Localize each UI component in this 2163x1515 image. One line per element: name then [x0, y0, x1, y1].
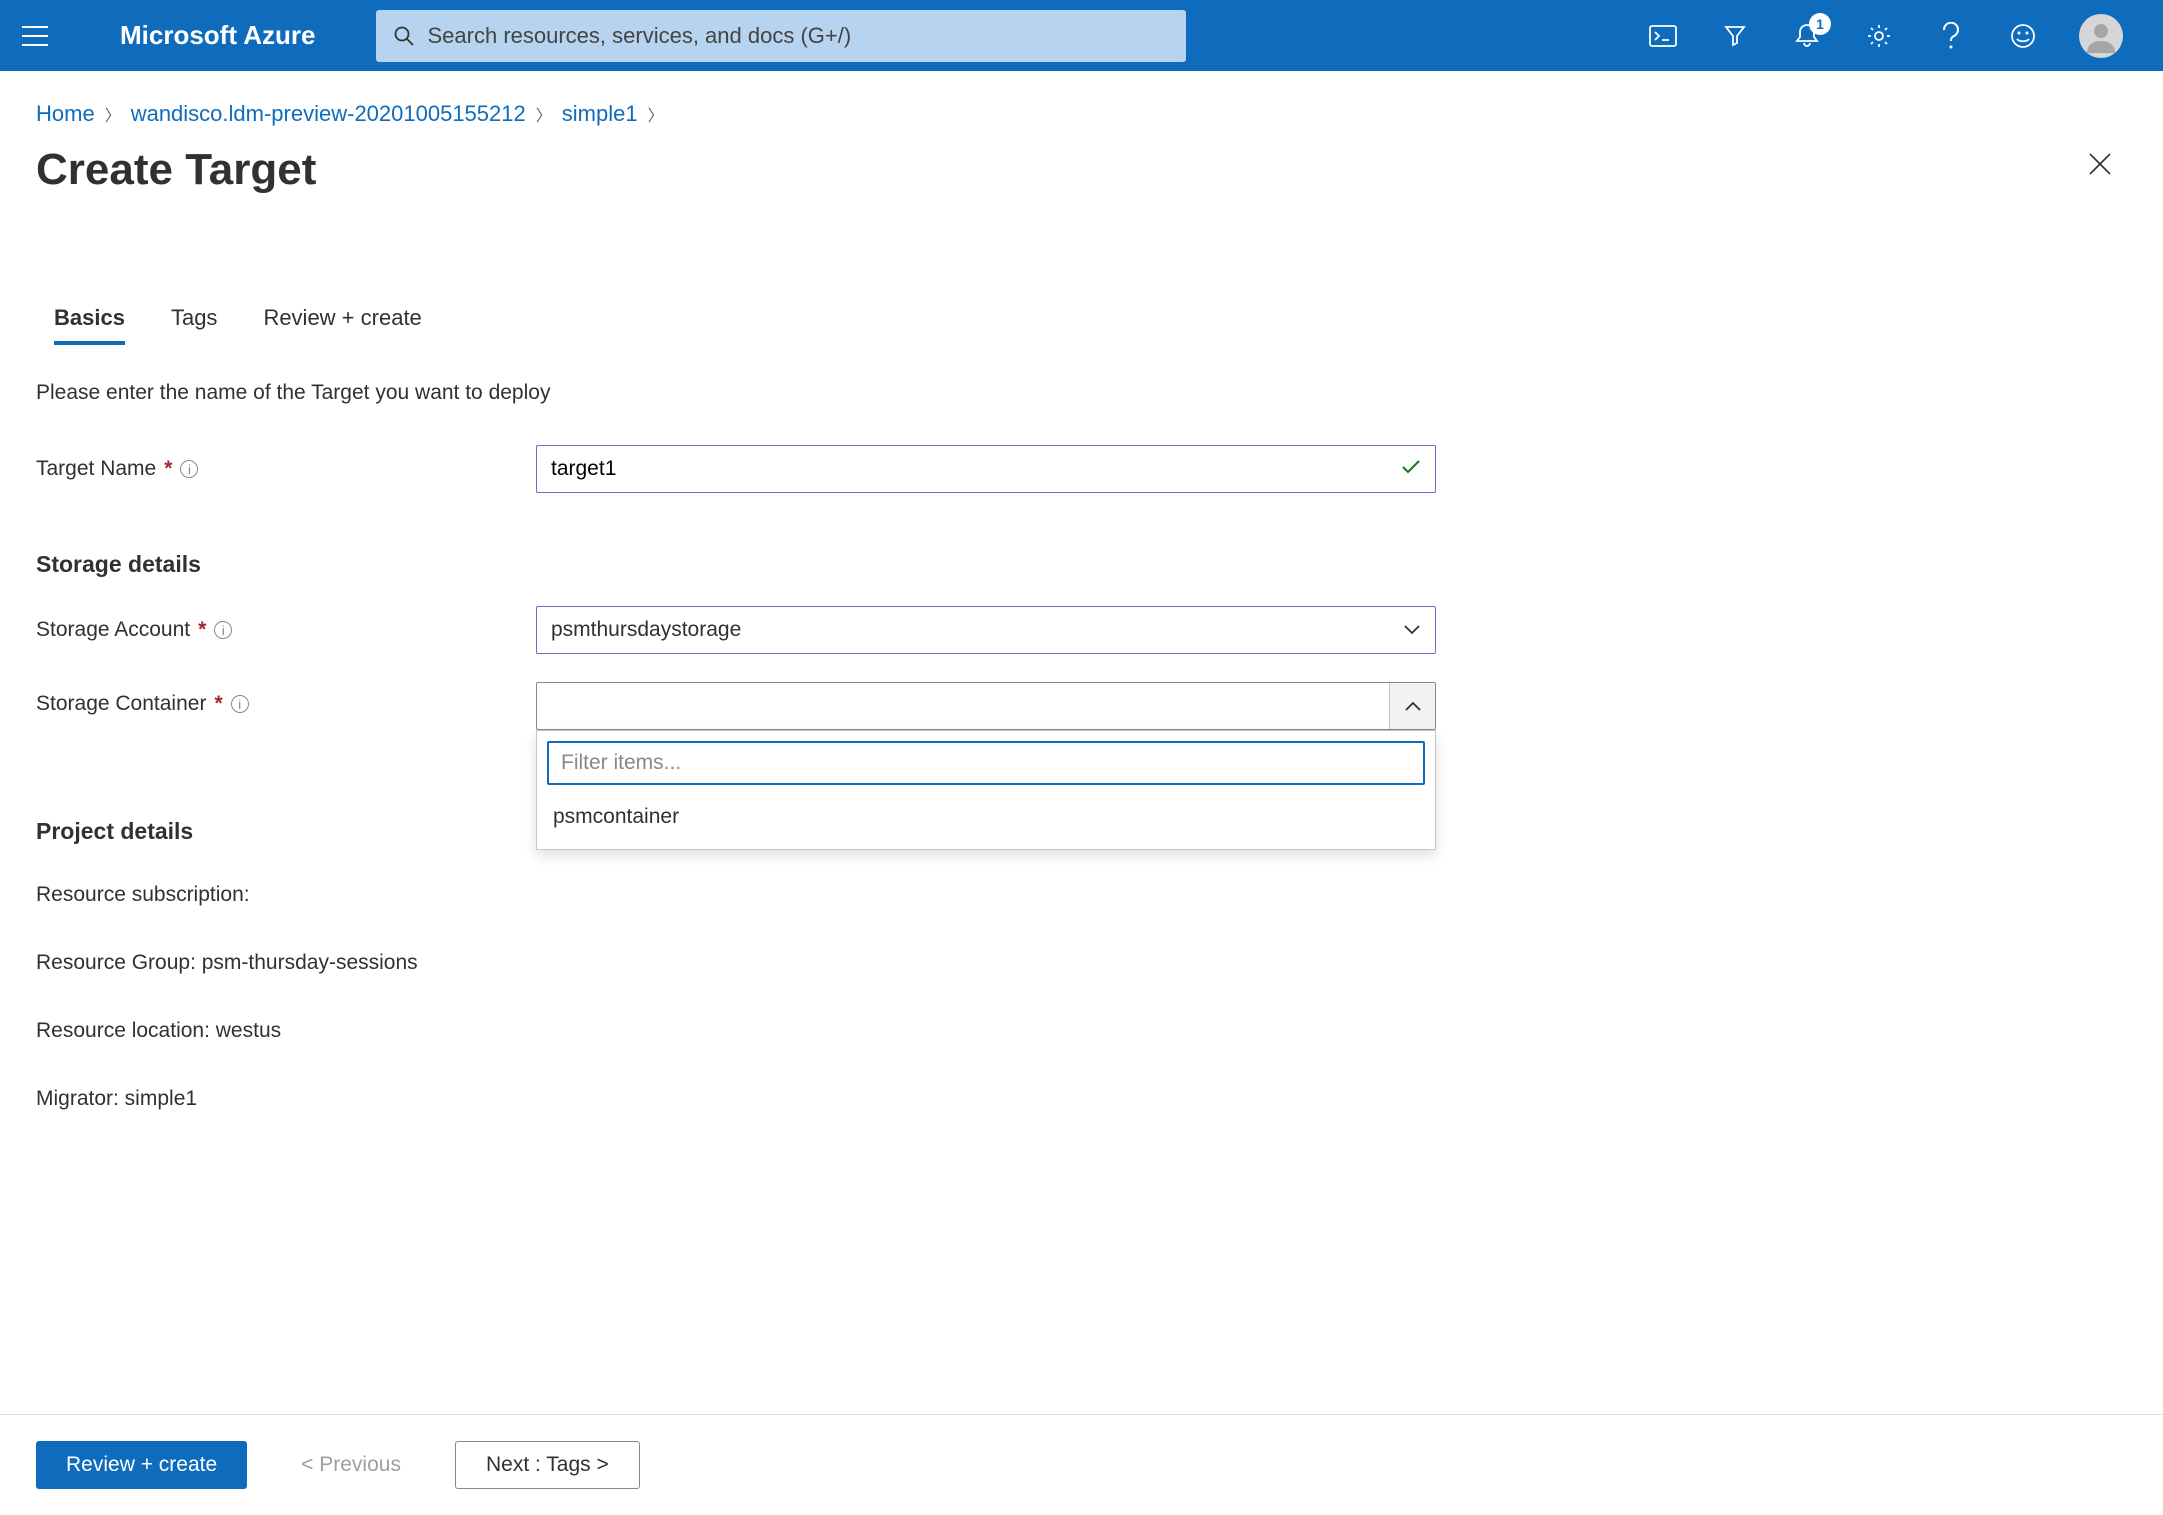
storage-account-value: psmthursdaystorage [551, 618, 741, 642]
directory-filter-icon[interactable] [1719, 23, 1751, 49]
breadcrumb: Home 〉 wandisco.ldm-preview-202010051552… [0, 71, 2163, 135]
previous-button: < Previous [271, 1441, 431, 1489]
breadcrumb-resource[interactable]: wandisco.ldm-preview-20201005155212 [131, 101, 526, 127]
storage-account-label: Storage Account [36, 618, 190, 642]
wizard-tabs: Basics Tags Review + create [0, 195, 2163, 345]
hamburger-icon [22, 26, 48, 46]
resource-group-text: Resource Group: psm-thursday-sessions [36, 917, 1464, 985]
chevron-right-icon: 〉 [105, 102, 121, 126]
close-icon [2087, 151, 2113, 177]
help-icon[interactable] [1935, 22, 1967, 50]
chevron-down-icon [1403, 624, 1421, 636]
notification-badge: 1 [1809, 13, 1831, 35]
dropdown-filter-input[interactable] [547, 741, 1425, 785]
info-icon[interactable]: i [180, 460, 198, 478]
cloud-shell-icon[interactable] [1647, 25, 1679, 47]
storage-section-heading: Storage details [36, 521, 1464, 606]
notifications-icon[interactable]: 1 [1791, 23, 1823, 49]
info-icon[interactable]: i [214, 621, 232, 639]
migrator-text: Migrator: simple1 [36, 1053, 1464, 1121]
storage-container-label: Storage Container [36, 692, 206, 716]
target-name-label: Target Name [36, 457, 156, 481]
storage-account-select[interactable]: psmthursdaystorage [536, 606, 1436, 654]
validation-check-icon [1401, 457, 1421, 481]
chevron-up-icon [1404, 700, 1422, 712]
resource-location-text: Resource location: westus [36, 985, 1464, 1053]
review-create-button[interactable]: Review + create [36, 1441, 247, 1489]
user-icon [2084, 19, 2118, 53]
tab-tags[interactable]: Tags [171, 305, 217, 345]
settings-icon[interactable] [1863, 23, 1895, 49]
chevron-right-icon: 〉 [536, 102, 552, 126]
info-icon[interactable]: i [231, 695, 249, 713]
storage-container-dropdown: psmcontainer [536, 730, 1436, 850]
tab-basics[interactable]: Basics [54, 305, 125, 345]
required-marker: * [164, 457, 172, 481]
breadcrumb-home[interactable]: Home [36, 101, 95, 127]
close-button[interactable] [2081, 145, 2119, 189]
wizard-footer: Review + create < Previous Next : Tags > [0, 1414, 2163, 1515]
brand-label: Microsoft Azure [70, 20, 376, 51]
dropdown-option[interactable]: psmcontainer [547, 785, 1425, 839]
resource-subscription-text: Resource subscription: [36, 873, 1464, 917]
target-name-input[interactable] [551, 457, 1401, 481]
tab-review[interactable]: Review + create [263, 305, 421, 345]
search-input[interactable] [428, 23, 1168, 49]
storage-container-select[interactable] [536, 682, 1436, 730]
global-search[interactable] [376, 10, 1186, 62]
menu-toggle[interactable] [0, 0, 70, 71]
search-icon [394, 26, 414, 46]
user-avatar[interactable] [2079, 14, 2123, 58]
page-title: Create Target [36, 145, 316, 195]
required-marker: * [198, 618, 206, 642]
intro-text: Please enter the name of the Target you … [36, 381, 1464, 445]
next-button[interactable]: Next : Tags > [455, 1441, 640, 1489]
top-navigation-bar: Microsoft Azure 1 [0, 0, 2163, 71]
feedback-icon[interactable] [2007, 23, 2039, 49]
required-marker: * [214, 692, 222, 716]
breadcrumb-item[interactable]: simple1 [562, 101, 638, 127]
chevron-right-icon: 〉 [648, 102, 664, 126]
